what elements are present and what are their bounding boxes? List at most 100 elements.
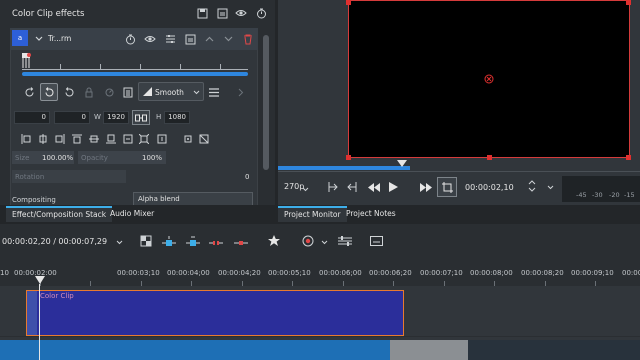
timer-icon[interactable]	[255, 7, 267, 19]
move-up-icon[interactable]	[203, 33, 215, 45]
align-top-icon[interactable]	[71, 133, 82, 144]
link-icon	[135, 113, 147, 122]
ruler-label: 00:00:05;10	[268, 269, 311, 277]
height-field[interactable]: 1080	[164, 111, 190, 124]
copy-icon[interactable]	[184, 33, 196, 45]
opacity-label: Opacity	[81, 154, 108, 162]
save-icon[interactable]	[196, 7, 208, 19]
reset-position-icon[interactable]	[198, 133, 209, 144]
ruler-label: 00:00:10	[622, 269, 640, 277]
move-down-icon[interactable]	[222, 33, 234, 45]
align-vcenter-icon[interactable]	[88, 133, 99, 144]
fit-width-icon[interactable]	[122, 133, 133, 144]
video-clip-thumbnail[interactable]	[390, 340, 468, 360]
ruler-label: 00:00:06;20	[369, 269, 412, 277]
play-icon[interactable]	[386, 180, 400, 194]
x-field[interactable]: 0	[14, 111, 50, 124]
chevron-down-icon	[192, 88, 200, 96]
clip-thumbnail	[27, 291, 37, 335]
effect-eye-icon[interactable]	[144, 33, 156, 45]
align-right-icon[interactable]	[54, 133, 65, 144]
ruler-label: 10	[0, 269, 9, 277]
interpolation-value: Smooth	[155, 88, 184, 97]
lift-zone-icon[interactable]	[208, 234, 224, 248]
chevron-right-icon[interactable]	[234, 85, 248, 99]
set-zone-out-icon[interactable]	[345, 180, 359, 194]
align-hcenter-icon[interactable]	[37, 133, 48, 144]
compare-icon[interactable]	[164, 33, 176, 45]
extract-zone-icon[interactable]	[233, 234, 249, 248]
fast-forward-icon[interactable]	[419, 180, 433, 194]
monitor-playhead[interactable]	[397, 160, 407, 167]
effect-scrollbar-thumb[interactable]	[263, 35, 269, 170]
color-clip[interactable]	[26, 290, 404, 336]
align-left-icon[interactable]	[20, 133, 31, 144]
delete-icon[interactable]	[242, 33, 254, 45]
curve-icon	[142, 86, 152, 96]
eye-icon[interactable]	[235, 7, 247, 19]
chevron-down-icon[interactable]	[114, 238, 124, 246]
ruler-tick	[60, 64, 61, 69]
effect-enable-checkbox[interactable]: a	[12, 30, 28, 46]
sync-keyframe-icon[interactable]	[102, 85, 116, 99]
keyframe-notes-icon[interactable]	[121, 85, 135, 99]
lock-keyframe-icon[interactable]	[82, 85, 96, 99]
star-icon[interactable]	[266, 234, 282, 248]
insert-zone-icon[interactable]	[161, 234, 177, 248]
menu-icon[interactable]	[207, 85, 221, 99]
track-separator	[0, 336, 640, 337]
monitor-zone-bar[interactable]	[278, 166, 410, 170]
tab-effect-composition-stack[interactable]: Effect/Composition Stack	[6, 206, 113, 222]
mixer-settings-icon[interactable]	[337, 234, 353, 248]
compositing-label: Compositing	[12, 196, 56, 204]
overwrite-zone-icon[interactable]	[185, 234, 201, 248]
ruler-label: 00:00:08;20	[521, 269, 564, 277]
record-icon[interactable]	[300, 234, 316, 248]
tab-audio-mixer[interactable]: Audio Mixer	[104, 206, 160, 222]
effect-name: Tr...rm	[48, 34, 72, 43]
ruler-tick	[140, 64, 141, 69]
chevron-down-icon[interactable]	[319, 238, 329, 246]
chevron-down-icon[interactable]	[34, 34, 44, 44]
fit-frame-icon[interactable]	[138, 133, 149, 144]
previous-keyframe-icon[interactable]	[22, 85, 36, 99]
reset-size-icon[interactable]	[182, 133, 193, 144]
next-keyframe-icon[interactable]	[62, 85, 76, 99]
h-label: H	[156, 113, 162, 121]
timecode-spin-icon[interactable]	[527, 179, 537, 193]
width-field[interactable]: 1920	[103, 111, 129, 124]
y-field[interactable]: 0	[54, 111, 90, 124]
align-bottom-icon[interactable]	[105, 133, 116, 144]
fit-height-icon[interactable]	[156, 133, 167, 144]
effect-panel-title: Color Clip effects	[12, 9, 85, 19]
size-value: 100.00%	[42, 154, 74, 162]
tab-project-notes[interactable]: Project Notes	[340, 206, 402, 222]
timeline-position: 00:00:02,20 / 00:00:07,29	[2, 237, 108, 246]
keyframe-timer-icon[interactable]	[124, 33, 136, 45]
video-clip[interactable]	[0, 340, 390, 360]
compositing-value: Alpha blend	[138, 195, 180, 203]
keyframe-position-bar[interactable]	[22, 72, 248, 76]
ruler-tick	[220, 64, 221, 69]
center-handle-icon[interactable]	[484, 74, 494, 84]
ruler-label: 00:00:04;00	[167, 269, 210, 277]
timeline-playhead-line[interactable]	[39, 284, 40, 360]
ruler-tick	[100, 64, 101, 69]
db-label: -15	[624, 191, 635, 199]
rewind-icon[interactable]	[367, 180, 381, 194]
chevron-down-icon[interactable]	[545, 182, 555, 192]
subtitle-icon[interactable]	[368, 234, 384, 248]
split-view-icon[interactable]	[138, 234, 154, 248]
keyframe-ruler[interactable]	[22, 60, 248, 70]
chevron-down-icon[interactable]	[301, 185, 309, 193]
db-label: -20	[609, 191, 620, 199]
monitor-timecode[interactable]: 00:00:02,10	[465, 183, 514, 192]
tab-project-monitor[interactable]: Project Monitor	[278, 206, 347, 222]
keyframe-marker[interactable]	[21, 53, 31, 69]
collapse-icon[interactable]	[216, 7, 228, 19]
crop-icon	[440, 180, 454, 194]
set-zone-in-icon[interactable]	[326, 180, 340, 194]
transform-handle[interactable]	[346, 0, 351, 5]
transform-handle[interactable]	[626, 0, 631, 5]
timeline-playhead[interactable]	[35, 276, 45, 284]
